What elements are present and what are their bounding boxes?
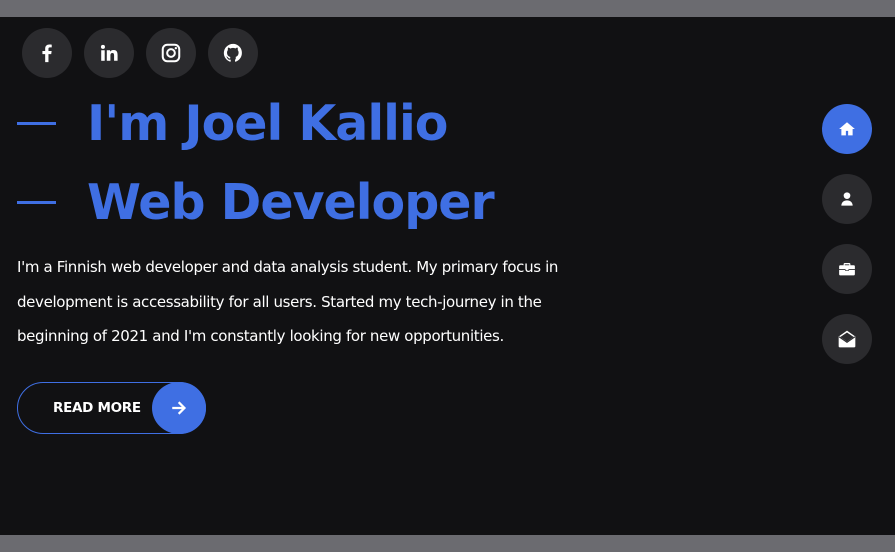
github-icon xyxy=(223,43,242,62)
name-heading: I'm Joel Kallio xyxy=(87,95,448,152)
read-more-button[interactable]: READ MORE xyxy=(17,382,206,434)
nav-about-button[interactable] xyxy=(822,174,872,224)
nav-portfolio-button[interactable] xyxy=(822,244,872,294)
accent-dash xyxy=(17,122,56,125)
nav-home-button[interactable] xyxy=(822,104,872,154)
side-navigation xyxy=(822,104,872,364)
user-icon xyxy=(841,192,853,206)
read-more-label: READ MORE xyxy=(53,400,141,416)
headline-name: I'm Joel Kallio xyxy=(17,95,448,152)
instagram-icon xyxy=(161,43,181,63)
briefcase-icon xyxy=(839,263,855,276)
linkedin-icon xyxy=(100,44,118,61)
github-link[interactable] xyxy=(208,28,258,78)
accent-dash xyxy=(17,201,56,204)
envelope-open-icon xyxy=(838,330,856,348)
arrow-button-circle xyxy=(152,382,206,434)
hero-section: I'm Joel Kallio Web Developer I'm a Finn… xyxy=(0,17,895,535)
linkedin-link[interactable] xyxy=(84,28,134,78)
instagram-link[interactable] xyxy=(146,28,196,78)
facebook-link[interactable] xyxy=(22,28,72,78)
facebook-icon xyxy=(42,44,52,63)
headline-role: Web Developer xyxy=(17,174,495,231)
arrow-right-icon xyxy=(172,401,187,415)
social-links xyxy=(22,28,258,78)
role-heading: Web Developer xyxy=(87,174,495,231)
intro-text: I'm a Finnish web developer and data ana… xyxy=(17,258,559,345)
home-icon xyxy=(839,122,855,136)
nav-contact-button[interactable] xyxy=(822,314,872,364)
